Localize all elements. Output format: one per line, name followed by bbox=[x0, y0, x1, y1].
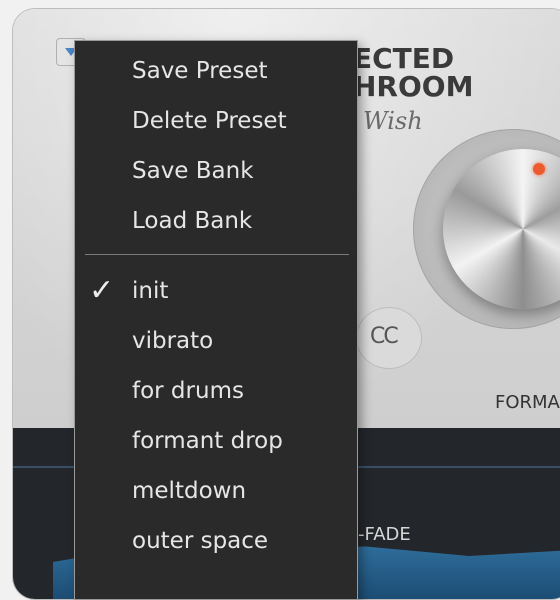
menu-item-preset-vibrato[interactable]: vibrato bbox=[132, 323, 213, 359]
logo-line-3: Wish bbox=[363, 107, 423, 135]
menu-item-save-bank[interactable]: Save Bank bbox=[132, 153, 254, 189]
menu-item-preset-for-drums[interactable]: for drums bbox=[132, 373, 244, 409]
menu-item-save-preset[interactable]: Save Preset bbox=[132, 53, 267, 89]
link-button[interactable]: CC bbox=[356, 307, 422, 369]
formant-knob-label: FORMAN bbox=[495, 392, 560, 413]
checkmark-icon: ✓ bbox=[89, 273, 115, 308]
menu-item-preset-outer-space[interactable]: outer space bbox=[132, 523, 268, 559]
logo-line-1: ECTED bbox=[353, 42, 455, 75]
link-icon: CC bbox=[370, 324, 399, 349]
menu-item-preset-formant-drop[interactable]: formant drop bbox=[132, 423, 283, 459]
menu-divider bbox=[85, 254, 349, 255]
menu-item-load-bank[interactable]: Load Bank bbox=[132, 203, 252, 239]
preset-dropdown-menu: Save Preset Delete Preset Save Bank Load… bbox=[74, 40, 358, 600]
brand-logo: ECTED HROOM Wish bbox=[353, 42, 493, 136]
logo-line-2: HROOM bbox=[353, 70, 474, 103]
menu-item-preset-meltdown[interactable]: meltdown bbox=[132, 473, 246, 509]
menu-item-preset-init[interactable]: init bbox=[132, 273, 168, 309]
crossfade-label: -FADE bbox=[358, 524, 411, 545]
knob-indicator-dot bbox=[533, 163, 545, 175]
menu-item-delete-preset[interactable]: Delete Preset bbox=[132, 103, 287, 139]
